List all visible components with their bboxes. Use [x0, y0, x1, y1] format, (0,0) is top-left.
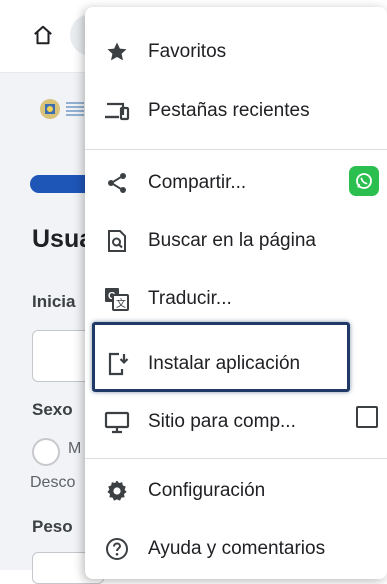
menu-divider — [85, 458, 387, 459]
translate-icon: G 文 — [103, 285, 131, 313]
desktop-site-checkbox[interactable] — [356, 406, 378, 428]
menu-item-label: Compartir... — [148, 172, 247, 193]
find-in-page-icon — [103, 227, 131, 255]
field-label: Sexo — [32, 400, 73, 419]
menu-item-label: Sitio para comp... — [148, 411, 296, 432]
home-icon[interactable] — [30, 22, 56, 48]
field-label: Peso — [32, 517, 73, 536]
menu-item-label: Ayuda y comentarios — [148, 538, 326, 559]
field-label: Inicia — [32, 292, 76, 311]
menu-item-translate[interactable]: G 文 Traducir... — [85, 276, 387, 322]
browser-overflow-menu: Favoritos Pestañas recientes Compartir..… — [85, 7, 387, 579]
menu-item-help[interactable]: Ayuda y comentarios — [85, 526, 387, 572]
page-heading: Usua — [32, 225, 94, 253]
radio-label: M — [68, 440, 82, 457]
menu-item-share[interactable]: Compartir... — [85, 160, 387, 206]
menu-item-label: Configuración — [148, 480, 266, 501]
menu-item-recent-tabs[interactable]: Pestañas recientes — [85, 88, 387, 134]
menu-item-label: Buscar en la página — [148, 230, 316, 251]
share-icon — [103, 169, 131, 197]
whatsapp-icon[interactable] — [349, 166, 379, 196]
site-logo-text — [66, 102, 84, 116]
menu-item-desktop-site[interactable]: Sitio para comp... — [85, 399, 387, 445]
svg-text:文: 文 — [116, 297, 126, 310]
devices-icon — [103, 97, 131, 125]
menu-item-find-in-page[interactable]: Buscar en la página — [85, 218, 387, 264]
menu-item-settings[interactable]: Configuración — [85, 468, 387, 514]
menu-item-label: Traducir... — [148, 288, 232, 309]
help-icon — [103, 535, 131, 563]
gear-icon — [103, 477, 131, 505]
menu-item-label: Pestañas recientes — [148, 100, 310, 121]
site-logo — [38, 96, 62, 122]
install-app-highlight — [92, 322, 350, 392]
radio-button[interactable] — [32, 438, 60, 466]
menu-divider — [85, 149, 387, 150]
helper-text: Desco — [30, 474, 76, 491]
menu-item-label: Favoritos — [148, 41, 227, 62]
desktop-icon — [103, 408, 131, 436]
star-icon — [103, 38, 131, 66]
menu-item-favoritos[interactable]: Favoritos — [85, 29, 387, 75]
